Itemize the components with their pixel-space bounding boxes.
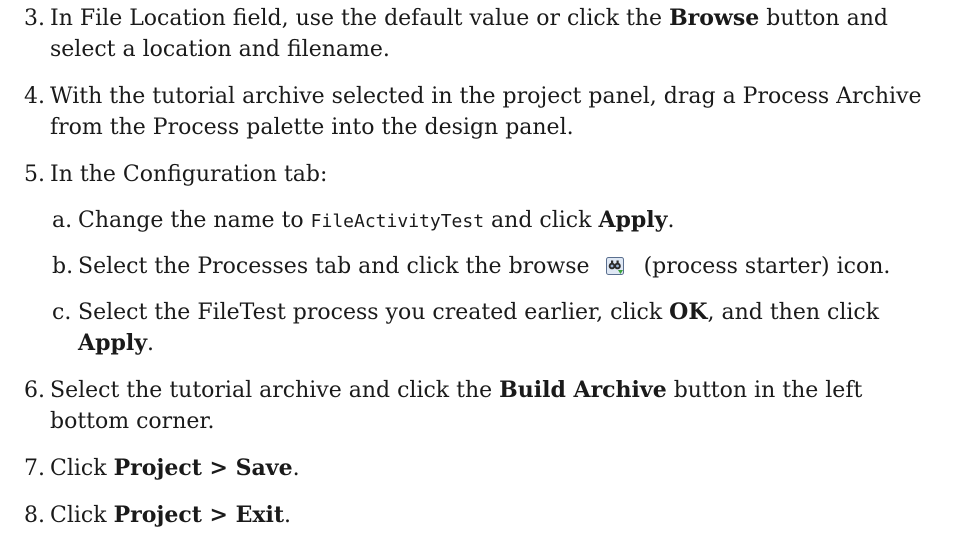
step-text-part: from the Process palette into the design… — [50, 115, 574, 140]
ok-label: OK — [669, 299, 708, 325]
substep-letter: c. — [52, 300, 72, 325]
document-page: 3. In File Location field, use the defau… — [0, 0, 970, 546]
apply-label: Apply — [78, 330, 147, 356]
step-number: 4. — [24, 84, 45, 109]
step-text-part: select a location and filename. — [50, 37, 390, 62]
step-text-part: Select the FileTest process you created … — [78, 300, 670, 325]
substep-text: Change the name to FileActivityTest and … — [78, 205, 938, 237]
project-exit-label: Project > Exit — [113, 502, 285, 528]
step-text-part: . — [146, 331, 154, 356]
step-number: 3. — [24, 6, 45, 31]
step-number: 6. — [24, 378, 45, 403]
step-text-part: In the Configuration tab: — [50, 162, 328, 187]
step-text-part: Select the Processes tab and click the b… — [78, 254, 590, 279]
apply-label: Apply — [598, 207, 668, 233]
step-text-part: Select the tutorial archive and click th… — [50, 378, 500, 403]
step-text-part: Change the name to — [78, 208, 311, 233]
substep-text: Select the FileTest process you created … — [78, 297, 938, 359]
step-number: 5. — [24, 162, 45, 187]
process-name-code: FileActivityTest — [310, 211, 485, 232]
step-text: Click Project > Save. — [50, 453, 940, 484]
step-text-part: bottom corner. — [50, 409, 215, 434]
step-text-part: button in the left — [666, 378, 863, 403]
step-text: Click Project > Exit. — [50, 500, 940, 531]
step-text: With the tutorial archive selected in th… — [50, 81, 940, 143]
step-text-part: . — [284, 503, 292, 528]
step-number: 7. — [24, 456, 45, 481]
step-text-part: (process starter) icon. — [643, 254, 891, 279]
step-text-part: and click — [484, 208, 599, 233]
substep-letter: a. — [52, 208, 73, 233]
substep-letter: b. — [52, 254, 74, 279]
step-number: 8. — [24, 503, 45, 528]
step-text-part: With the tutorial archive selected in th… — [50, 84, 922, 109]
step-text-part: Click — [50, 456, 114, 481]
step-text-part: , and then click — [707, 300, 880, 325]
process-starter-browse-icon — [605, 253, 624, 275]
step-text-part: . — [667, 208, 675, 233]
browse-label: Browse — [669, 5, 760, 31]
step-text-part: . — [292, 456, 300, 481]
step-text: In the Configuration tab: — [50, 159, 940, 190]
step-text: Select the tutorial archive and click th… — [50, 375, 940, 437]
project-save-label: Project > Save — [113, 455, 293, 481]
substep-text: Select the Processes tab and click the b… — [78, 251, 938, 282]
step-text-part: button and — [759, 6, 888, 31]
step-text-part: In File Location field, use the default … — [50, 6, 670, 31]
build-archive-label: Build Archive — [499, 377, 667, 403]
step-text: In File Location field, use the default … — [50, 3, 940, 65]
step-text-part: Click — [50, 503, 114, 528]
